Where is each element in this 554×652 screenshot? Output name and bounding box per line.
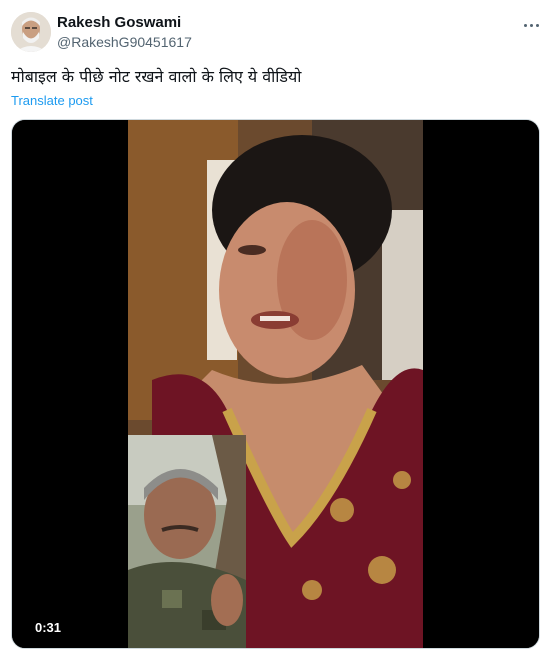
more-options-dot (535, 23, 539, 27)
author-handle[interactable]: @RakeshG90451617 (57, 34, 192, 50)
more-options-button[interactable] (516, 10, 546, 40)
person-avatar-icon (11, 12, 51, 52)
author-name[interactable]: Rakesh Goswami (57, 14, 181, 31)
video-player[interactable]: 0:31 (11, 119, 540, 649)
video-duration-badge: 0:31 (29, 618, 68, 637)
author-avatar[interactable] (11, 12, 51, 52)
translate-post-link[interactable]: Translate post (11, 93, 93, 108)
video-thumbnail (12, 120, 539, 648)
tweet-card[interactable]: Rakesh Goswami @RakeshG90451617 मोबाइल क… (0, 0, 554, 652)
tweet-text: मोबाइल के पीछे नोट रखने वालो के लिए ये व… (11, 67, 302, 86)
more-options-dot (529, 23, 533, 27)
more-options-icon (523, 23, 527, 27)
